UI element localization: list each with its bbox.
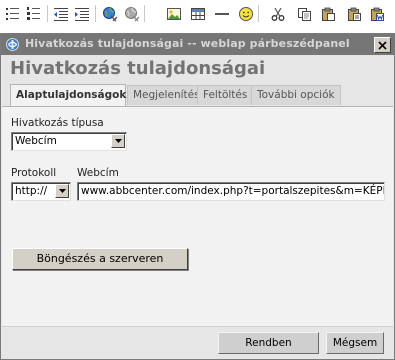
copy-icon[interactable] bbox=[294, 4, 313, 23]
url-label: Webcím bbox=[77, 167, 119, 179]
editor-toolbar bbox=[0, 0, 395, 37]
toolbar-separator bbox=[95, 5, 96, 22]
numbered-list-icon[interactable] bbox=[24, 4, 43, 23]
link-type-select[interactable]: Webcím bbox=[11, 132, 127, 151]
tab-panel-basic: Hivatkozás típusa Webcím Protokoll http:… bbox=[2, 106, 393, 327]
protocol-select[interactable]: http:// bbox=[11, 182, 71, 201]
toolbar-separator bbox=[47, 5, 48, 22]
paste-word-icon[interactable] bbox=[367, 4, 386, 23]
cancel-button[interactable]: Mégsem bbox=[326, 332, 384, 354]
close-icon bbox=[378, 40, 387, 50]
toolbar-separator bbox=[144, 5, 145, 22]
dialog-titlebar[interactable]: Hivatkozás tulajdonságai -- weblap párbe… bbox=[1, 34, 394, 55]
smiley-icon[interactable] bbox=[236, 4, 255, 23]
tab-more-options[interactable]: További opciók bbox=[251, 85, 341, 105]
tab-upload[interactable]: Feltöltés bbox=[197, 85, 255, 105]
link-type-value: Webcím bbox=[15, 135, 57, 147]
link-properties-dialog: Hivatkozás tulajdonságai -- weblap párbe… bbox=[0, 33, 395, 360]
close-button[interactable] bbox=[374, 37, 391, 53]
tab-basic-properties[interactable]: Alaptulajdonságok bbox=[10, 84, 126, 106]
insert-image-icon[interactable] bbox=[164, 4, 183, 23]
dialog-heading: Hivatkozás tulajdonságai bbox=[10, 58, 266, 79]
chevron-down-icon[interactable] bbox=[111, 134, 125, 148]
browser-icon bbox=[5, 37, 20, 52]
url-input[interactable]: www.abbcenter.com/index.php?t=portalszep… bbox=[77, 182, 385, 201]
url-value: www.abbcenter.com/index.php?t=portalszep… bbox=[81, 185, 385, 197]
protocol-label: Protokoll bbox=[11, 167, 57, 179]
toolbar-separator bbox=[258, 5, 259, 22]
ok-button[interactable]: Rendben bbox=[218, 332, 319, 354]
paste-text-icon[interactable] bbox=[344, 4, 363, 23]
dialog-window-title: Hivatkozás tulajdonságai -- weblap párbe… bbox=[25, 37, 350, 50]
chevron-down-icon[interactable] bbox=[55, 184, 69, 198]
indent-icon[interactable] bbox=[72, 4, 91, 23]
link-type-label: Hivatkozás típusa bbox=[11, 117, 104, 129]
insert-link-icon[interactable] bbox=[100, 4, 119, 23]
cut-icon[interactable] bbox=[268, 4, 287, 23]
unlink-icon[interactable] bbox=[122, 4, 141, 23]
bullet-list-icon[interactable] bbox=[3, 4, 22, 23]
paste-icon[interactable] bbox=[318, 4, 337, 23]
tab-appearance[interactable]: Megjelenítés bbox=[127, 85, 201, 105]
insert-table-icon[interactable] bbox=[188, 4, 207, 23]
horizontal-rule-icon[interactable] bbox=[212, 4, 231, 23]
browse-server-button[interactable]: Böngészés a szerveren bbox=[12, 248, 188, 270]
protocol-value: http:// bbox=[15, 185, 48, 197]
outdent-icon[interactable] bbox=[51, 4, 70, 23]
